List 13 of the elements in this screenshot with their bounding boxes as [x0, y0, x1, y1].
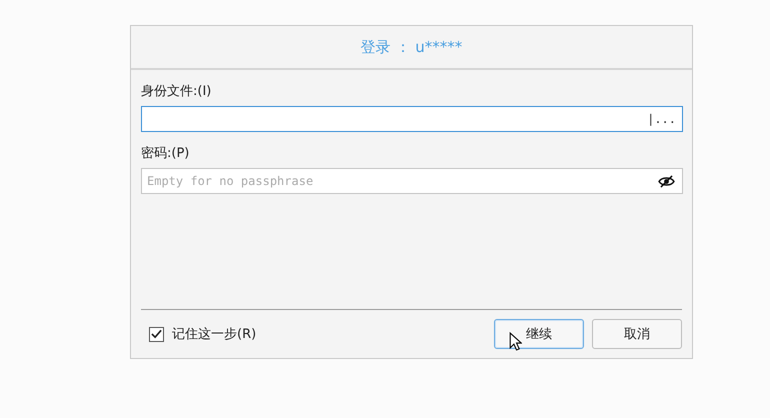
field-label: 身份文件:(I) — [141, 83, 212, 100]
continue-button[interactable]: 继续 — [494, 319, 584, 349]
window-title: 登录 ： u***** — [360, 38, 462, 56]
text-input[interactable]: Empty for no passphrase — [142, 170, 658, 192]
field-label: 密码:(P) — [141, 145, 190, 162]
mouse-pointer-icon — [509, 332, 522, 351]
browse-button[interactable]: |... — [647, 112, 682, 126]
input-field[interactable]: |... — [141, 106, 683, 132]
checkbox-label[interactable]: 记住这一步(R) — [172, 325, 256, 343]
cancel-button[interactable]: 取消 — [592, 319, 682, 349]
eye-slash-icon[interactable] — [658, 174, 675, 188]
checkbox[interactable] — [149, 326, 164, 342]
input-field[interactable]: Empty for no passphrase — [141, 168, 683, 194]
